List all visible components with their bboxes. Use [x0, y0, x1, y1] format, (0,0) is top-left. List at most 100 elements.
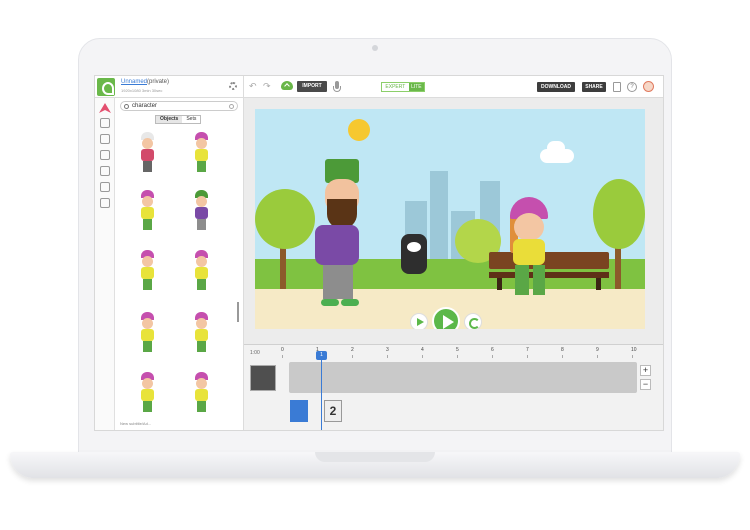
ruler-tick	[422, 355, 423, 358]
library-tabs: Objects Sets	[155, 115, 202, 124]
ruler-tick	[562, 355, 563, 358]
man-shoe	[321, 299, 339, 306]
man-shoe	[341, 299, 359, 306]
mode-expert-option[interactable]: EXPERT	[382, 83, 409, 91]
help-icon[interactable]: ?	[627, 82, 637, 92]
girl-legs	[533, 265, 545, 295]
tab-sets[interactable]: Sets	[182, 116, 200, 123]
character-thumbnail[interactable]	[127, 188, 167, 232]
character-thumbnail[interactable]	[181, 188, 221, 232]
divider	[243, 76, 244, 98]
import-button[interactable]: IMPORT	[297, 81, 327, 92]
ruler-tick	[282, 355, 283, 358]
girl-character[interactable]	[513, 239, 545, 265]
app-screen: Unnamed (private) 1920x1080 3min 30sec ↶…	[94, 75, 664, 431]
man-character[interactable]	[315, 225, 359, 265]
sun-object[interactable]	[348, 119, 370, 141]
settings-gear-icon[interactable]	[229, 82, 237, 90]
scene-block-2[interactable]: 2	[324, 400, 342, 422]
ruler-tick-label: 6	[491, 347, 494, 353]
timeline-ruler[interactable]: 0 1 2 3 4 5 6 7 8 9 10	[281, 347, 640, 359]
undo-icon[interactable]: ↶	[249, 82, 257, 91]
ruler-tick-label: 5	[456, 347, 459, 353]
project-meta: 1920x1080 3min 30sec	[121, 88, 163, 93]
dog-character[interactable]	[401, 234, 427, 274]
girl-head	[514, 213, 544, 241]
search-icon	[124, 104, 129, 109]
image-icon[interactable]	[100, 150, 110, 160]
box-icon[interactable]	[100, 198, 110, 208]
top-bar: Unnamed (private) 1920x1080 3min 30sec ↶…	[95, 76, 663, 98]
ruler-tick	[527, 355, 528, 358]
scene-block-1[interactable]	[290, 400, 308, 422]
character-thumbnail[interactable]	[181, 310, 221, 354]
speech-bubble-icon[interactable]	[100, 134, 110, 144]
playhead-handle[interactable]: 1	[316, 351, 327, 360]
playhead-line	[321, 355, 322, 430]
ruler-tick-label: 2	[351, 347, 354, 353]
scene-canvas[interactable]	[255, 109, 645, 329]
cloud-upload-icon[interactable]	[281, 81, 293, 90]
bench-object[interactable]	[489, 252, 609, 290]
dog-face	[407, 242, 421, 252]
character-thumbnail[interactable]	[181, 130, 221, 174]
panel-resize-handle[interactable]	[237, 302, 239, 322]
ruler-tick	[352, 355, 353, 358]
character-thumbnail[interactable]	[127, 370, 167, 414]
tutorial-book-icon[interactable]	[613, 82, 621, 92]
play-from-start-icon[interactable]	[410, 313, 428, 329]
asset-library: character Objects Sets New subtitle/Ad..…	[115, 98, 244, 430]
ruler-tick-label: 3	[386, 347, 389, 353]
ruler-tick-label: 9	[596, 347, 599, 353]
loop-icon[interactable]	[464, 313, 482, 329]
tree-object[interactable]	[255, 189, 315, 249]
character-thumbnail[interactable]	[127, 130, 167, 174]
scene-thumbnail[interactable]	[250, 365, 276, 391]
character-thumbnail[interactable]	[127, 248, 167, 292]
character-thumbnail[interactable]	[181, 370, 221, 414]
microphone-icon[interactable]	[333, 81, 341, 92]
category-rail	[95, 98, 115, 430]
ruler-tick	[597, 355, 598, 358]
ruler-tick-label: 4	[421, 347, 424, 353]
redo-icon[interactable]: ↷	[263, 82, 271, 91]
search-input[interactable]: character	[132, 103, 157, 110]
project-privacy[interactable]: (private)	[147, 79, 169, 85]
zoom-out-button[interactable]: −	[640, 379, 651, 390]
character-thumbnail[interactable]	[181, 248, 221, 292]
building-object	[430, 171, 448, 271]
app-logo-icon[interactable]	[97, 78, 115, 96]
ruler-tick-label: 10	[631, 347, 637, 353]
rocket-icon[interactable]	[99, 103, 111, 113]
zoom-in-button[interactable]: +	[640, 365, 651, 376]
tab-objects[interactable]: Objects	[156, 116, 183, 123]
video-camera-icon[interactable]	[100, 118, 110, 128]
tree-object[interactable]	[593, 179, 645, 249]
man-legs	[323, 265, 353, 299]
text-icon[interactable]	[100, 166, 110, 176]
project-name[interactable]: Unnamed	[121, 79, 147, 85]
ruler-tick	[632, 355, 633, 358]
timeline-duration: 1:00	[250, 350, 260, 356]
clear-search-icon[interactable]	[229, 104, 234, 109]
playback-controls	[410, 307, 490, 329]
ruler-tick	[387, 355, 388, 358]
timeline-track[interactable]	[289, 362, 637, 393]
share-button[interactable]: SHARE	[582, 82, 606, 92]
user-avatar[interactable]	[643, 81, 654, 92]
cloud-object[interactable]	[547, 141, 565, 155]
download-button[interactable]: DOWNLOAD	[537, 82, 575, 92]
mode-toggle[interactable]: EXPERT LITE	[381, 82, 425, 92]
music-note-icon[interactable]	[100, 182, 110, 192]
mode-lite-option[interactable]: LITE	[408, 83, 424, 91]
play-icon[interactable]	[432, 307, 460, 329]
ruler-tick	[457, 355, 458, 358]
timeline-panel: 1:00 0 1 2 3 4 5 6 7 8 9 10 + − 1 2	[244, 344, 663, 430]
webcam	[372, 45, 378, 51]
girl-legs	[515, 265, 529, 295]
character-thumbnail[interactable]	[127, 310, 167, 354]
laptop-notch	[315, 452, 435, 462]
ruler-tick-label: 0	[281, 347, 284, 353]
library-footer[interactable]: New subtitle/Ad...	[120, 421, 151, 426]
search-box[interactable]: character	[120, 101, 238, 111]
